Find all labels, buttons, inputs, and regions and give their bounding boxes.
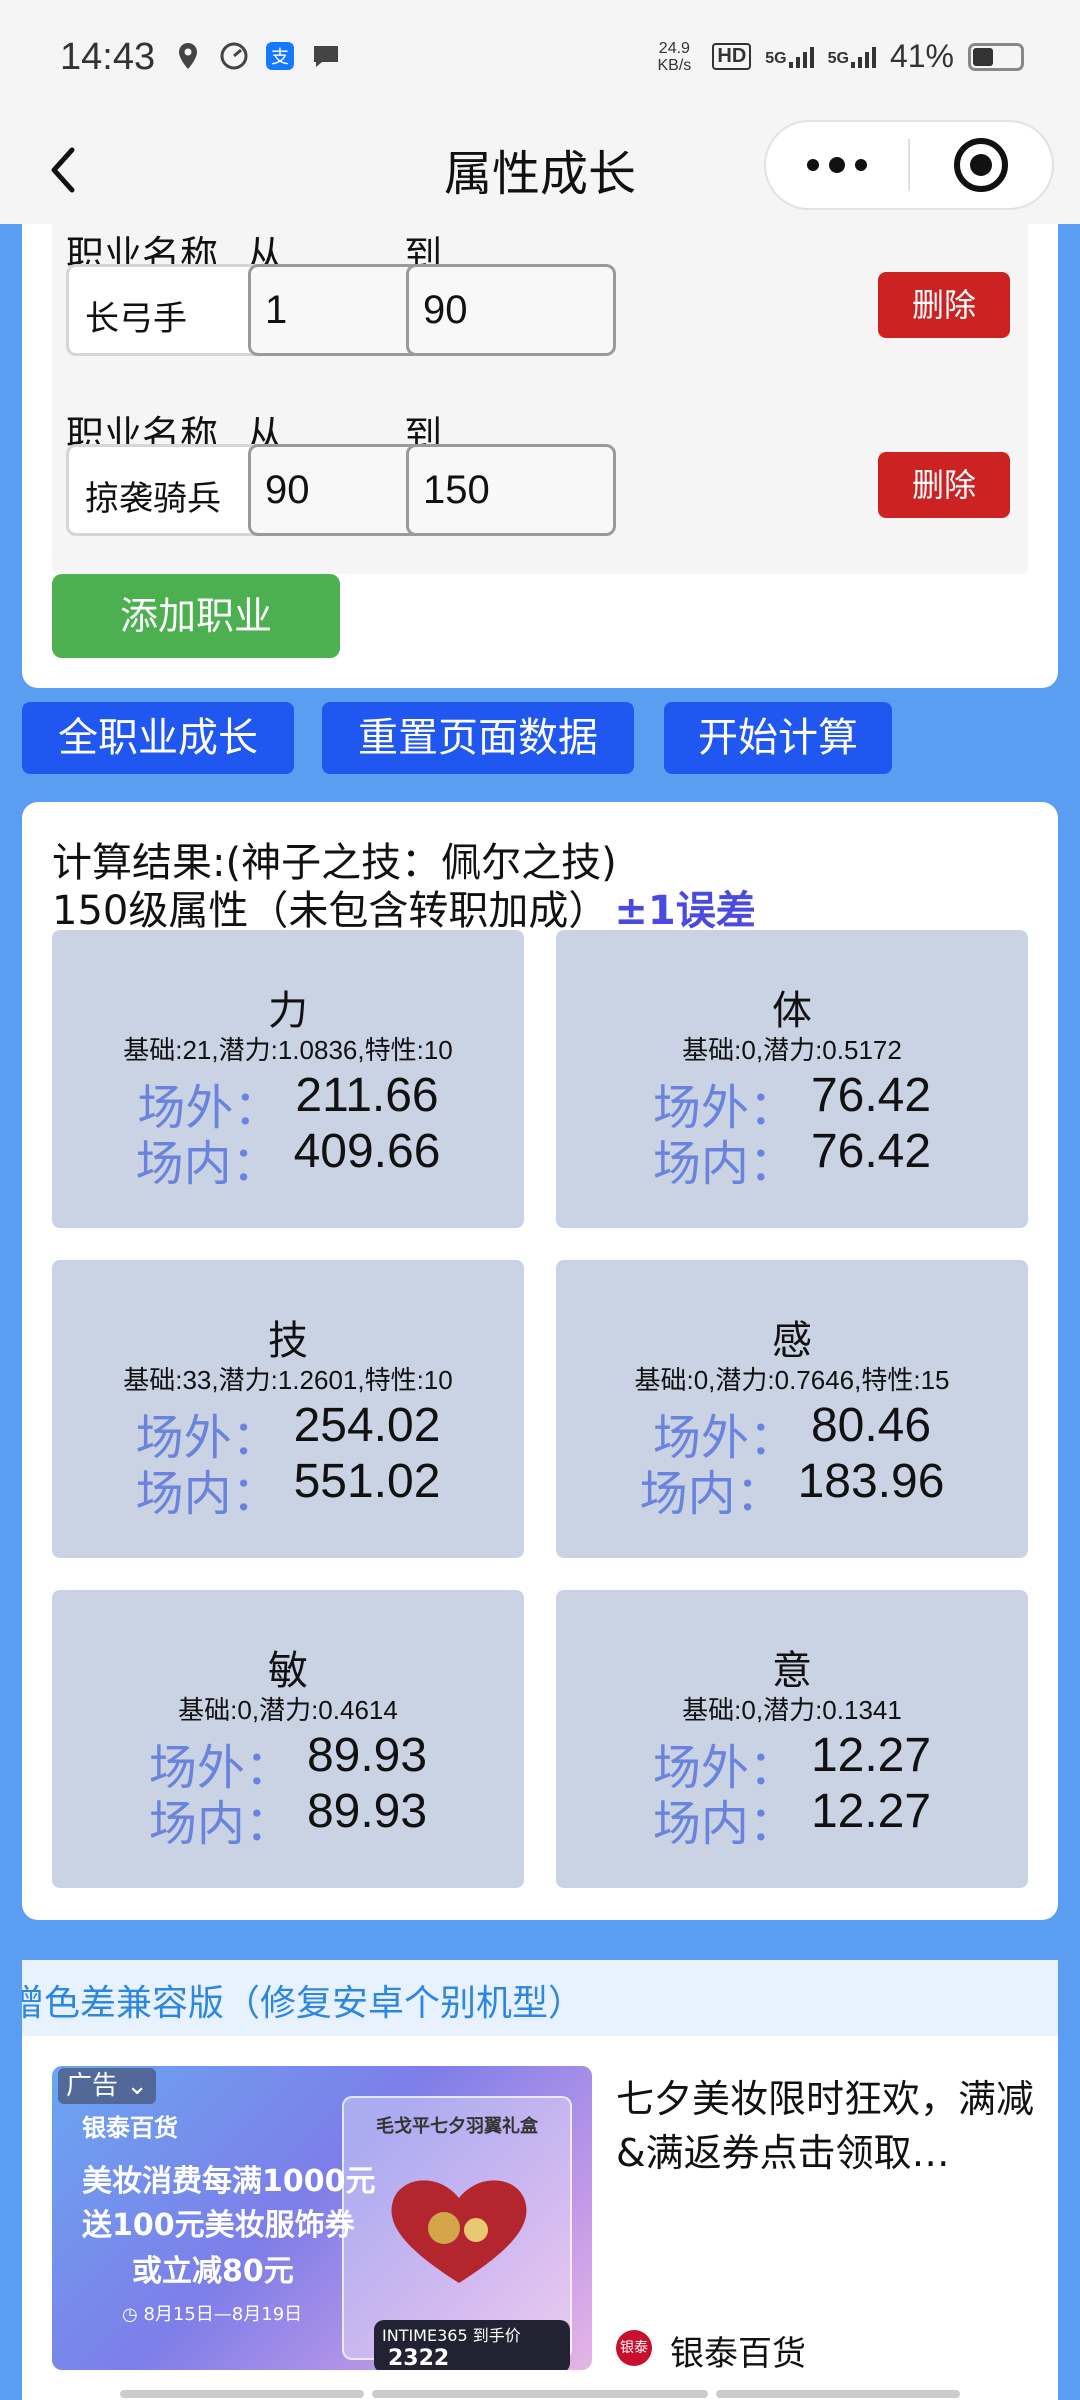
stat-name: 感: [772, 1318, 812, 1364]
stat-card: 敏 基础:0,潜力:0.4614 场外： 89.93 场内： 89.93: [52, 1590, 524, 1888]
alipay-icon: 支: [266, 42, 294, 70]
stat-inside: 场内： 551.02: [135, 1455, 441, 1522]
signal-icon: 5G: [765, 46, 814, 68]
results-subheading: 150级属性（未包含转职加成） ±1误差: [52, 888, 756, 934]
ad-price: INTIME365 到手价2322: [374, 2320, 570, 2370]
stat-name: 技: [268, 1318, 308, 1364]
status-right: 24.9 KB/s HD 5G 5G 41%: [650, 38, 1024, 75]
delete-job-button[interactable]: 删除: [878, 272, 1010, 338]
bottom-panel: 增色差兼容版（修复安卓个别机型） 广告 ⌄ 银泰百货 美妆消费每满1000元 送…: [22, 1960, 1058, 2400]
ad-tag[interactable]: 广告 ⌄: [58, 2068, 157, 2104]
stat-name: 敏: [268, 1648, 308, 1694]
stat-name: 力: [268, 988, 308, 1034]
net-speed: 24.9 KB/s: [657, 39, 692, 74]
delete-job-button[interactable]: 删除: [878, 452, 1010, 518]
start-calculation-button[interactable]: 开始计算: [664, 702, 892, 774]
error-note: ±1误差: [614, 888, 756, 934]
stat-meta: 基础:33,潜力:1.2601,特性:10: [123, 1365, 453, 1395]
add-job-button[interactable]: 添加职业: [52, 574, 340, 658]
scroll-indicator: [716, 2390, 960, 2398]
status-bar: 14:43 支 24.9 KB/s HD 5G 5G 41%: [0, 0, 1080, 120]
ad-source-logo: 银泰: [616, 2330, 652, 2366]
level-to-input[interactable]: 150: [406, 444, 616, 536]
job-list: 职业名称 从 到 长弓手 1 90 删除 职业名称 从 到 掠袭骑兵 90 15…: [52, 224, 1028, 574]
ad-offer-line: 或立减80元: [132, 2254, 294, 2289]
job-config-panel: 职业名称 从 到 长弓手 1 90 删除 职业名称 从 到 掠袭骑兵 90 15…: [22, 224, 1058, 688]
location-icon: [179, 43, 197, 69]
ad-brand: 银泰百货: [82, 2114, 178, 2142]
ad-source-name: 银泰百货: [670, 2334, 806, 2374]
stat-inside: 场内： 409.66: [135, 1125, 441, 1192]
all-jobs-growth-button[interactable]: 全职业成长: [22, 702, 294, 774]
ad-gift-box: 毛戈平七夕羽翼礼盒 INTIME365 到手价2322: [342, 2096, 572, 2370]
job-row: 职业名称 从 到 长弓手 1 90 删除: [52, 214, 1028, 384]
stat-name: 体: [772, 988, 812, 1034]
reset-page-data-button[interactable]: 重置页面数据: [322, 702, 634, 774]
stat-meta: 基础:0,潜力:0.1341: [682, 1695, 902, 1725]
results-panel: 计算结果:(神子之技：佩尔之技) 150级属性（未包含转职加成） ±1误差 力 基…: [22, 802, 1058, 1920]
battery-percent: 41%: [889, 38, 954, 74]
stat-inside: 场内： 89.93: [148, 1785, 428, 1852]
ad-banner-image[interactable]: 广告 ⌄ 银泰百货 美妆消费每满1000元 送100元美妆服饰券 或立减80元 …: [52, 2066, 592, 2370]
stat-inside: 场内： 76.42: [652, 1125, 932, 1192]
level-to-input[interactable]: 90: [406, 264, 616, 356]
signal-icon: 5G: [828, 46, 876, 68]
ad-offer-line: 美妆消费每满1000元: [82, 2164, 376, 2199]
status-notification-icons: 支: [172, 40, 342, 72]
mini-program-capsule: [764, 120, 1054, 210]
stat-inside: 场内： 12.27: [652, 1785, 932, 1852]
job-row: 职业名称 从 到 掠袭骑兵 90 150 删除: [52, 394, 1028, 564]
stat-card: 力 基础:21,潜力:1.0836,特性:10 场外： 211.66 场内： 409…: [52, 930, 524, 1228]
title-bar: 属性成长: [0, 120, 1080, 224]
stat-meta: 基础:0,潜力:0.5172: [682, 1035, 902, 1065]
target-icon: [954, 138, 1008, 192]
compat-version-link[interactable]: 增色差兼容版（修复安卓个别机型）: [22, 1960, 1058, 2036]
speedometer-icon: [220, 42, 248, 70]
heart-gift-icon: [391, 2180, 527, 2283]
ad-offer-line: 送100元美妆服饰券: [82, 2208, 355, 2243]
stat-meta: 基础:0,潜力:0.4614: [178, 1695, 398, 1725]
status-time: 14:43: [60, 36, 156, 78]
stat-meta: 基础:0,潜力:0.7646,特性:15: [634, 1365, 950, 1395]
stat-card: 技 基础:33,潜力:1.2601,特性:10 场外： 254.02 场内： 551…: [52, 1260, 524, 1558]
ad-box-title: 毛戈平七夕羽翼礼盒: [376, 2116, 538, 2137]
scroll-indicator: [372, 2390, 708, 2398]
more-menu-button[interactable]: [766, 157, 908, 173]
message-icon: [314, 46, 338, 67]
ad-date: ◷ 8月15日—8月19日: [122, 2304, 303, 2325]
stat-inside: 场内： 183.96: [639, 1455, 945, 1522]
hd-voice-icon: HD: [712, 43, 752, 70]
battery-icon: [968, 42, 1024, 71]
svg-text:支: 支: [271, 47, 289, 68]
stat-name: 意: [772, 1648, 812, 1694]
stat-meta: 基础:21,潜力:1.0836,特性:10: [123, 1035, 453, 1065]
stat-card: 感 基础:0,潜力:0.7646,特性:15 场外： 80.46 场内： 183.9…: [556, 1260, 1028, 1558]
scroll-indicator: [120, 2390, 364, 2398]
close-mini-program-button[interactable]: [910, 138, 1052, 192]
ad-title[interactable]: 七夕美妆限时狂欢，满减&满返券点击领取…: [616, 2072, 1040, 2180]
stat-card: 意 基础:0,潜力:0.1341 场外： 12.27 场内： 12.27: [556, 1590, 1028, 1888]
stat-card: 体 基础:0,潜力:0.5172 场外： 76.42 场内： 76.42: [556, 930, 1028, 1228]
